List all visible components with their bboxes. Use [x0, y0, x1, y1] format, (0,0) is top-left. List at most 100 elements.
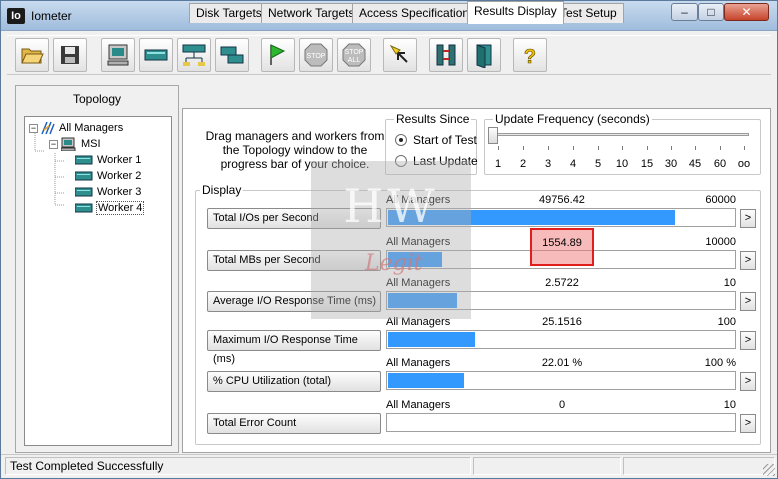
tree-label-manager: MSI	[81, 138, 101, 150]
stop-all-button[interactable]: STOP ALL	[337, 38, 371, 72]
tree-label-worker: Worker 1	[97, 154, 142, 166]
all-managers-icon	[41, 121, 55, 135]
topology-panel: Topology − All Managers − MSI Worker 1 W…	[15, 85, 179, 453]
display-title: Display	[200, 183, 244, 197]
slider-tick-mark	[548, 146, 549, 150]
resize-grip[interactable]	[763, 464, 775, 476]
metric-drill-button[interactable]: >	[740, 251, 756, 270]
radio-button[interactable]	[395, 134, 407, 146]
disconnect-icon	[436, 44, 456, 66]
collapse-expander[interactable]: −	[49, 139, 58, 149]
close-button[interactable]: ✕	[724, 3, 769, 21]
reset-arrow-icon	[389, 44, 408, 63]
stop-button[interactable]: STOP	[299, 38, 333, 72]
tree-item-worker[interactable]: Worker 3	[75, 184, 142, 200]
stop-all-label-1: STOP	[345, 49, 364, 56]
results-since-title: Results Since	[394, 112, 472, 126]
collapse-expander[interactable]: −	[29, 123, 38, 133]
disk-worker-icon	[144, 49, 168, 61]
duplicate-worker-icon	[220, 46, 244, 64]
slider-tick-mark	[671, 146, 672, 150]
metric-selector-button[interactable]: Maximum I/O Response Time (ms)	[207, 330, 381, 365]
metric-max-value: 10	[723, 277, 736, 289]
metric-value: 0	[558, 399, 566, 411]
stop-sign-icon: STOP	[304, 43, 328, 67]
metric-max-value: 100 %	[704, 357, 736, 369]
tab-network-targets[interactable]: Network Targets	[261, 3, 362, 23]
toolbar: STOP STOP ALL ?	[7, 35, 771, 75]
radio-start-of-test[interactable]: Start of Test	[395, 133, 477, 147]
metric-drill-button[interactable]: >	[740, 292, 756, 311]
slider-tick-mark	[523, 146, 524, 150]
metric-drill-button[interactable]: >	[740, 372, 756, 391]
slider-tick-mark	[573, 146, 574, 150]
metric-value: 22.01 %	[541, 357, 583, 369]
slider-tick-label: 15	[640, 158, 654, 170]
stop-all-sign-icon: STOP ALL	[342, 43, 366, 67]
iometer-app-icon[interactable]: Io	[7, 8, 25, 24]
topology-tree[interactable]: − All Managers − MSI Worker 1 Worker 2 W…	[24, 116, 172, 446]
slider-tick-label: 60	[713, 158, 727, 170]
metric-progress-bar	[386, 413, 736, 432]
metric-drill-button[interactable]: >	[740, 331, 756, 350]
metric-progress-bar	[386, 330, 736, 349]
slider-tick-mark	[498, 146, 499, 150]
new-network-worker-button[interactable]	[177, 38, 211, 72]
new-disk-worker-button[interactable]	[139, 38, 173, 72]
slider-tick-mark	[598, 146, 599, 150]
iometer-window: Io Iometer – □ ✕ STOP STOP ALL ? Topolog…	[0, 0, 778, 479]
start-dynamo-button[interactable]	[101, 38, 135, 72]
duplicate-worker-button[interactable]	[215, 38, 249, 72]
metric-selector-button[interactable]: Total Error Count	[207, 413, 381, 434]
radio-label: Start of Test	[413, 133, 477, 147]
green-flag-icon	[270, 44, 286, 65]
floppy-disk-icon	[61, 46, 79, 64]
about-button[interactable]: ?	[513, 38, 547, 72]
tree-item-manager-msi[interactable]: − MSI	[49, 136, 102, 152]
metric-manager-label: All Managers	[386, 399, 451, 411]
disk-worker-icon	[75, 171, 93, 181]
metric-manager-label: All Managers	[386, 357, 451, 369]
tab-access-specifications[interactable]: Access Specifications	[352, 3, 483, 23]
tree-label-all-managers: All Managers	[59, 122, 124, 134]
slider-tick-mark	[647, 146, 648, 150]
disk-worker-icon	[75, 155, 93, 165]
slider-tick-mark	[720, 146, 721, 150]
folder-open-icon	[21, 48, 44, 64]
tree-label-worker: Worker 4	[96, 201, 145, 215]
tree-item-worker[interactable]: Worker 1	[75, 152, 142, 168]
metric-max-value: 100	[717, 316, 736, 328]
maximize-button[interactable]: □	[698, 3, 724, 21]
update-frequency-slider-track[interactable]	[495, 133, 749, 136]
tree-item-worker[interactable]: Worker 2	[75, 168, 142, 184]
slider-tick-label: 10	[615, 158, 629, 170]
start-tests-button[interactable]	[261, 38, 295, 72]
disconnect-managers-button[interactable]	[429, 38, 463, 72]
slider-tick-mark	[744, 146, 745, 150]
computer-icon	[107, 44, 129, 66]
exit-door-icon	[476, 44, 492, 68]
tab-disk-targets[interactable]: Disk Targets	[189, 3, 269, 23]
tree-item-worker[interactable]: Worker 4	[75, 200, 145, 216]
reset-workers-button[interactable]	[383, 38, 417, 72]
metric-max-value: 10	[723, 399, 736, 411]
save-config-button[interactable]	[53, 38, 87, 72]
slider-tick-label: 3	[544, 158, 552, 170]
metric-drill-button[interactable]: >	[740, 209, 756, 228]
status-segment	[623, 457, 775, 475]
highlighted-value: 1554.89	[542, 237, 582, 249]
exit-button[interactable]	[467, 38, 501, 72]
metric-max-value: 10000	[705, 236, 736, 248]
slider-tick-label: 5	[594, 158, 602, 170]
update-frequency-slider-thumb[interactable]	[488, 127, 498, 144]
metric-drill-button[interactable]: >	[740, 414, 756, 433]
tree-item-all-managers[interactable]: − All Managers	[29, 120, 124, 136]
topology-label: Topology	[72, 92, 122, 106]
metric-selector-button[interactable]: % CPU Utilization (total)	[207, 371, 381, 392]
metric-max-value: 60000	[705, 194, 736, 206]
tab-results-display[interactable]: Results Display	[467, 1, 564, 24]
open-config-button[interactable]	[15, 38, 49, 72]
slider-tick-label: oo	[737, 158, 751, 170]
minimize-button[interactable]: –	[671, 3, 698, 21]
network-worker-icon	[182, 44, 206, 66]
